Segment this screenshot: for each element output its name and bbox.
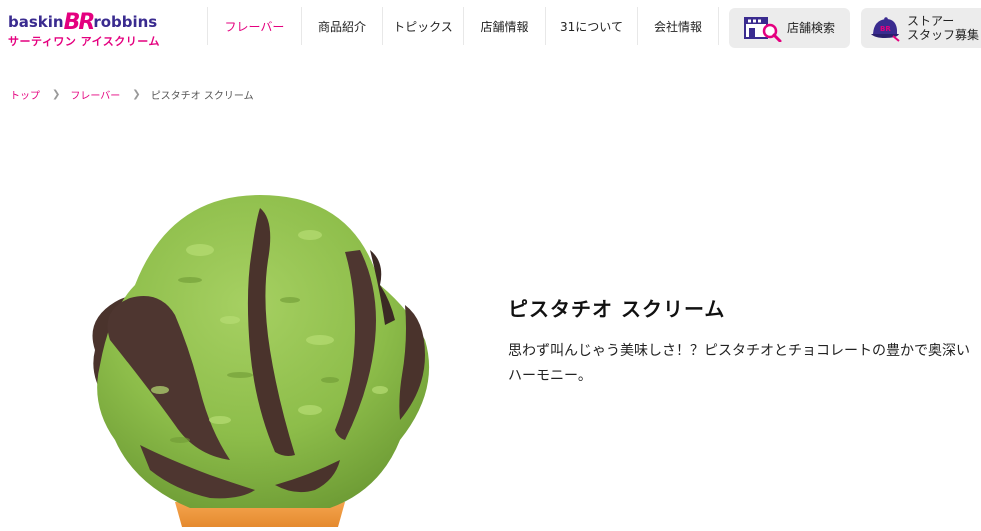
breadcrumb-link-flavor[interactable]: フレーバー bbox=[70, 87, 120, 102]
svg-text:BR: BR bbox=[880, 25, 891, 33]
breadcrumb-link-top[interactable]: トップ bbox=[10, 87, 40, 102]
logo-br-mark: BR bbox=[63, 10, 96, 35]
site-header: baskinBRrobbins サーティワン アイスクリーム フレーバー 商品紹… bbox=[0, 0, 981, 58]
nav-item-company[interactable]: 会社情報 bbox=[637, 7, 719, 45]
nav-item-flavor[interactable]: フレーバー bbox=[207, 7, 301, 45]
store-search-button[interactable]: 店舗検索 bbox=[729, 8, 850, 48]
logo-subtitle: サーティワン アイスクリーム bbox=[8, 35, 160, 48]
brand-logo[interactable]: baskinBRrobbins サーティワン アイスクリーム bbox=[8, 8, 160, 50]
product-description: 思わず叫んじゃう美味しさ！？ピスタチオとチョコレートの豊かで奥深いハーモニー。 bbox=[508, 343, 970, 384]
staff-cap-icon: BR bbox=[869, 14, 903, 42]
nav-item-products[interactable]: 商品紹介 bbox=[301, 7, 382, 45]
chevron-right-icon: ❯ bbox=[52, 89, 61, 100]
store-search-icon bbox=[743, 14, 783, 43]
breadcrumb-current: ピスタチオ スクリーム bbox=[150, 91, 254, 102]
logo-wordmark: baskinBRrobbins bbox=[8, 10, 158, 35]
product-title: ピスタチオ スクリーム bbox=[508, 297, 726, 321]
recruit-button[interactable]: BR ストアー スタッフ募集 bbox=[861, 8, 981, 48]
global-nav: フレーバー 商品紹介 トピックス 店舗情報 31について 会社情報 bbox=[207, 0, 719, 58]
chevron-right-icon: ❯ bbox=[132, 89, 141, 100]
nav-item-about-31[interactable]: 31について bbox=[545, 7, 637, 45]
product-image bbox=[80, 190, 440, 527]
nav-item-topics[interactable]: トピックス bbox=[382, 7, 463, 45]
nav-item-stores[interactable]: 店舗情報 bbox=[463, 7, 545, 45]
store-search-label: 店舗検索 bbox=[787, 21, 836, 35]
recruit-label: ストアー スタッフ募集 bbox=[907, 14, 980, 42]
breadcrumb: トップ ❯ フレーバー ❯ ピスタチオ スクリーム bbox=[10, 87, 254, 102]
